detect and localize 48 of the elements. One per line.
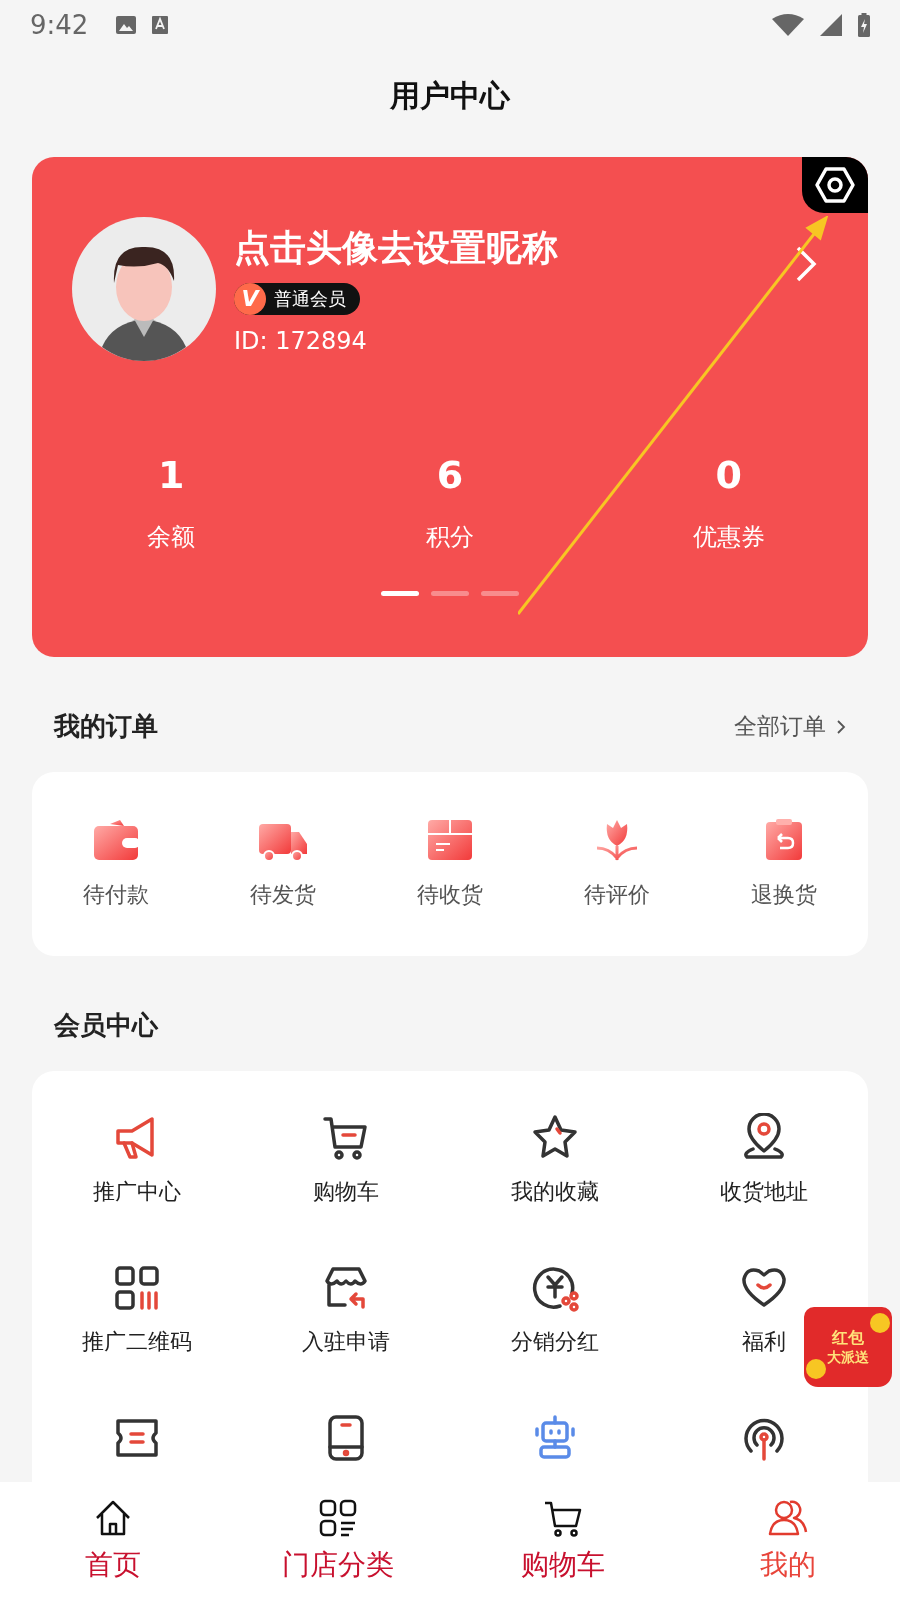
tab[interactable]: 首页 xyxy=(0,1482,225,1600)
stat-value: 1 xyxy=(158,453,185,497)
order-status-label[interactable]: 待付款 xyxy=(82,880,149,910)
gift-envelope-badge[interactable]: 红包 大派送 xyxy=(804,1307,892,1387)
page-title: 用户中心 xyxy=(389,77,511,115)
tab[interactable]: 我的 xyxy=(675,1482,900,1600)
menu-item-label[interactable]: 入驻申请 xyxy=(301,1327,390,1357)
all-orders-link[interactable]: 全部订单 xyxy=(734,711,846,742)
grid-icon xyxy=(317,1498,358,1538)
signal-icon xyxy=(820,14,842,36)
member-v-mark: V xyxy=(234,282,266,315)
order-status-label[interactable]: 退换货 xyxy=(751,880,818,910)
envelope-text: 大派送 xyxy=(827,1348,869,1367)
menu-item-label[interactable]: 推广中心 xyxy=(92,1177,181,1207)
tab[interactable]: 门店分类 xyxy=(225,1482,450,1600)
user-icon xyxy=(767,1498,808,1538)
battery-icon xyxy=(858,13,870,37)
order-status-label[interactable]: 待评价 xyxy=(584,880,651,910)
menu-item-label[interactable]: 福利 xyxy=(741,1327,786,1357)
coin-icon xyxy=(806,1359,826,1379)
image-icon xyxy=(116,16,137,34)
settings-icon xyxy=(814,164,856,206)
member-level-text: 普通会员 xyxy=(274,286,346,311)
order-status-label[interactable]: 待收货 xyxy=(417,880,483,910)
avatar[interactable] xyxy=(72,217,216,361)
menu-item-label[interactable]: 收货地址 xyxy=(719,1177,808,1207)
stat-label: 余额 xyxy=(147,522,196,553)
menu-item-label[interactable]: 分销分红 xyxy=(510,1327,599,1357)
menu-item-label[interactable]: 购物车 xyxy=(312,1177,379,1207)
stat-value: 0 xyxy=(715,453,742,497)
settings-button[interactable] xyxy=(802,157,868,213)
chevron-right-icon[interactable] xyxy=(794,245,818,283)
font-icon xyxy=(152,16,169,34)
stat-label: 优惠券 xyxy=(692,522,765,553)
menu-item-label[interactable]: 推广二维码 xyxy=(81,1327,192,1357)
user-id: ID: 172894 xyxy=(234,326,368,355)
envelope-text: 红包 xyxy=(832,1327,864,1349)
coin-icon xyxy=(870,1313,890,1333)
section-title: 会员中心 xyxy=(54,1009,158,1042)
tab[interactable]: 购物车 xyxy=(450,1482,675,1600)
order-status-label[interactable]: 待发货 xyxy=(249,880,316,910)
stat-value: 6 xyxy=(436,453,464,497)
section-title: 我的订单 xyxy=(54,710,158,743)
chevron-right-icon xyxy=(836,718,846,735)
status-time: 9:42 xyxy=(30,10,89,40)
menu-item-label[interactable]: 我的收藏 xyxy=(510,1177,599,1207)
wifi-icon xyxy=(772,14,804,36)
stat-label: 积分 xyxy=(426,522,474,553)
